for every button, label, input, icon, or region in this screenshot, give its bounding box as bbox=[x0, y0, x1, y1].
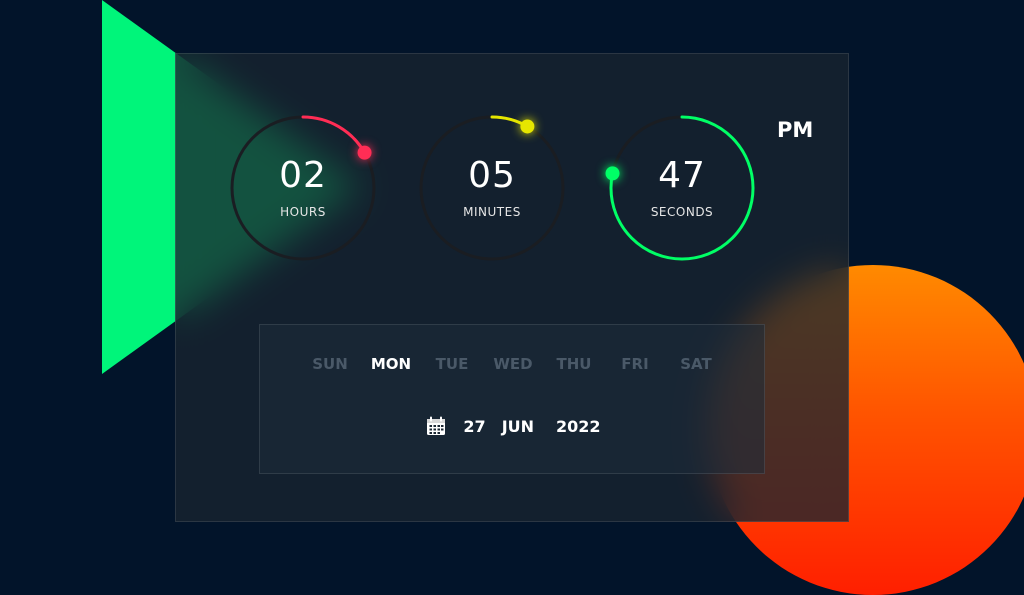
calendar-icon bbox=[427, 416, 446, 435]
am-pm-indicator: PM bbox=[777, 118, 814, 142]
date-row: 27 JUN 2022 bbox=[260, 415, 766, 437]
weekday-tue: TUE bbox=[435, 355, 469, 373]
minutes-ring-marker bbox=[520, 119, 535, 134]
weekday-sat: SAT bbox=[680, 355, 712, 373]
weekday-sun: SUN bbox=[312, 355, 348, 373]
date-panel: SUN MON TUE WED THU FRI SAT 27 JUN 2022 bbox=[259, 324, 765, 474]
hours-dial: 02 HOURS bbox=[228, 113, 378, 263]
seconds-value: 47 bbox=[658, 155, 706, 196]
hours-value: 02 bbox=[279, 155, 327, 196]
weekday-row: SUN MON TUE WED THU FRI SAT bbox=[260, 355, 766, 373]
weekday-thu: THU bbox=[556, 355, 592, 373]
date-day: 27 bbox=[463, 416, 486, 436]
date-month: JUN bbox=[501, 416, 535, 436]
date-year: 2022 bbox=[556, 416, 601, 436]
seconds-label: SECONDS bbox=[650, 205, 714, 219]
weekday-fri: FRI bbox=[621, 355, 649, 373]
minutes-value: 05 bbox=[468, 155, 516, 196]
hours-label: HOURS bbox=[280, 205, 326, 219]
weekday-mon: MON bbox=[370, 355, 412, 373]
minutes-label: MINUTES bbox=[463, 205, 521, 219]
minutes-dial: 05 MINUTES bbox=[417, 113, 567, 263]
weekday-wed: WED bbox=[493, 355, 533, 373]
seconds-dial: 47 SECONDS bbox=[605, 113, 757, 263]
